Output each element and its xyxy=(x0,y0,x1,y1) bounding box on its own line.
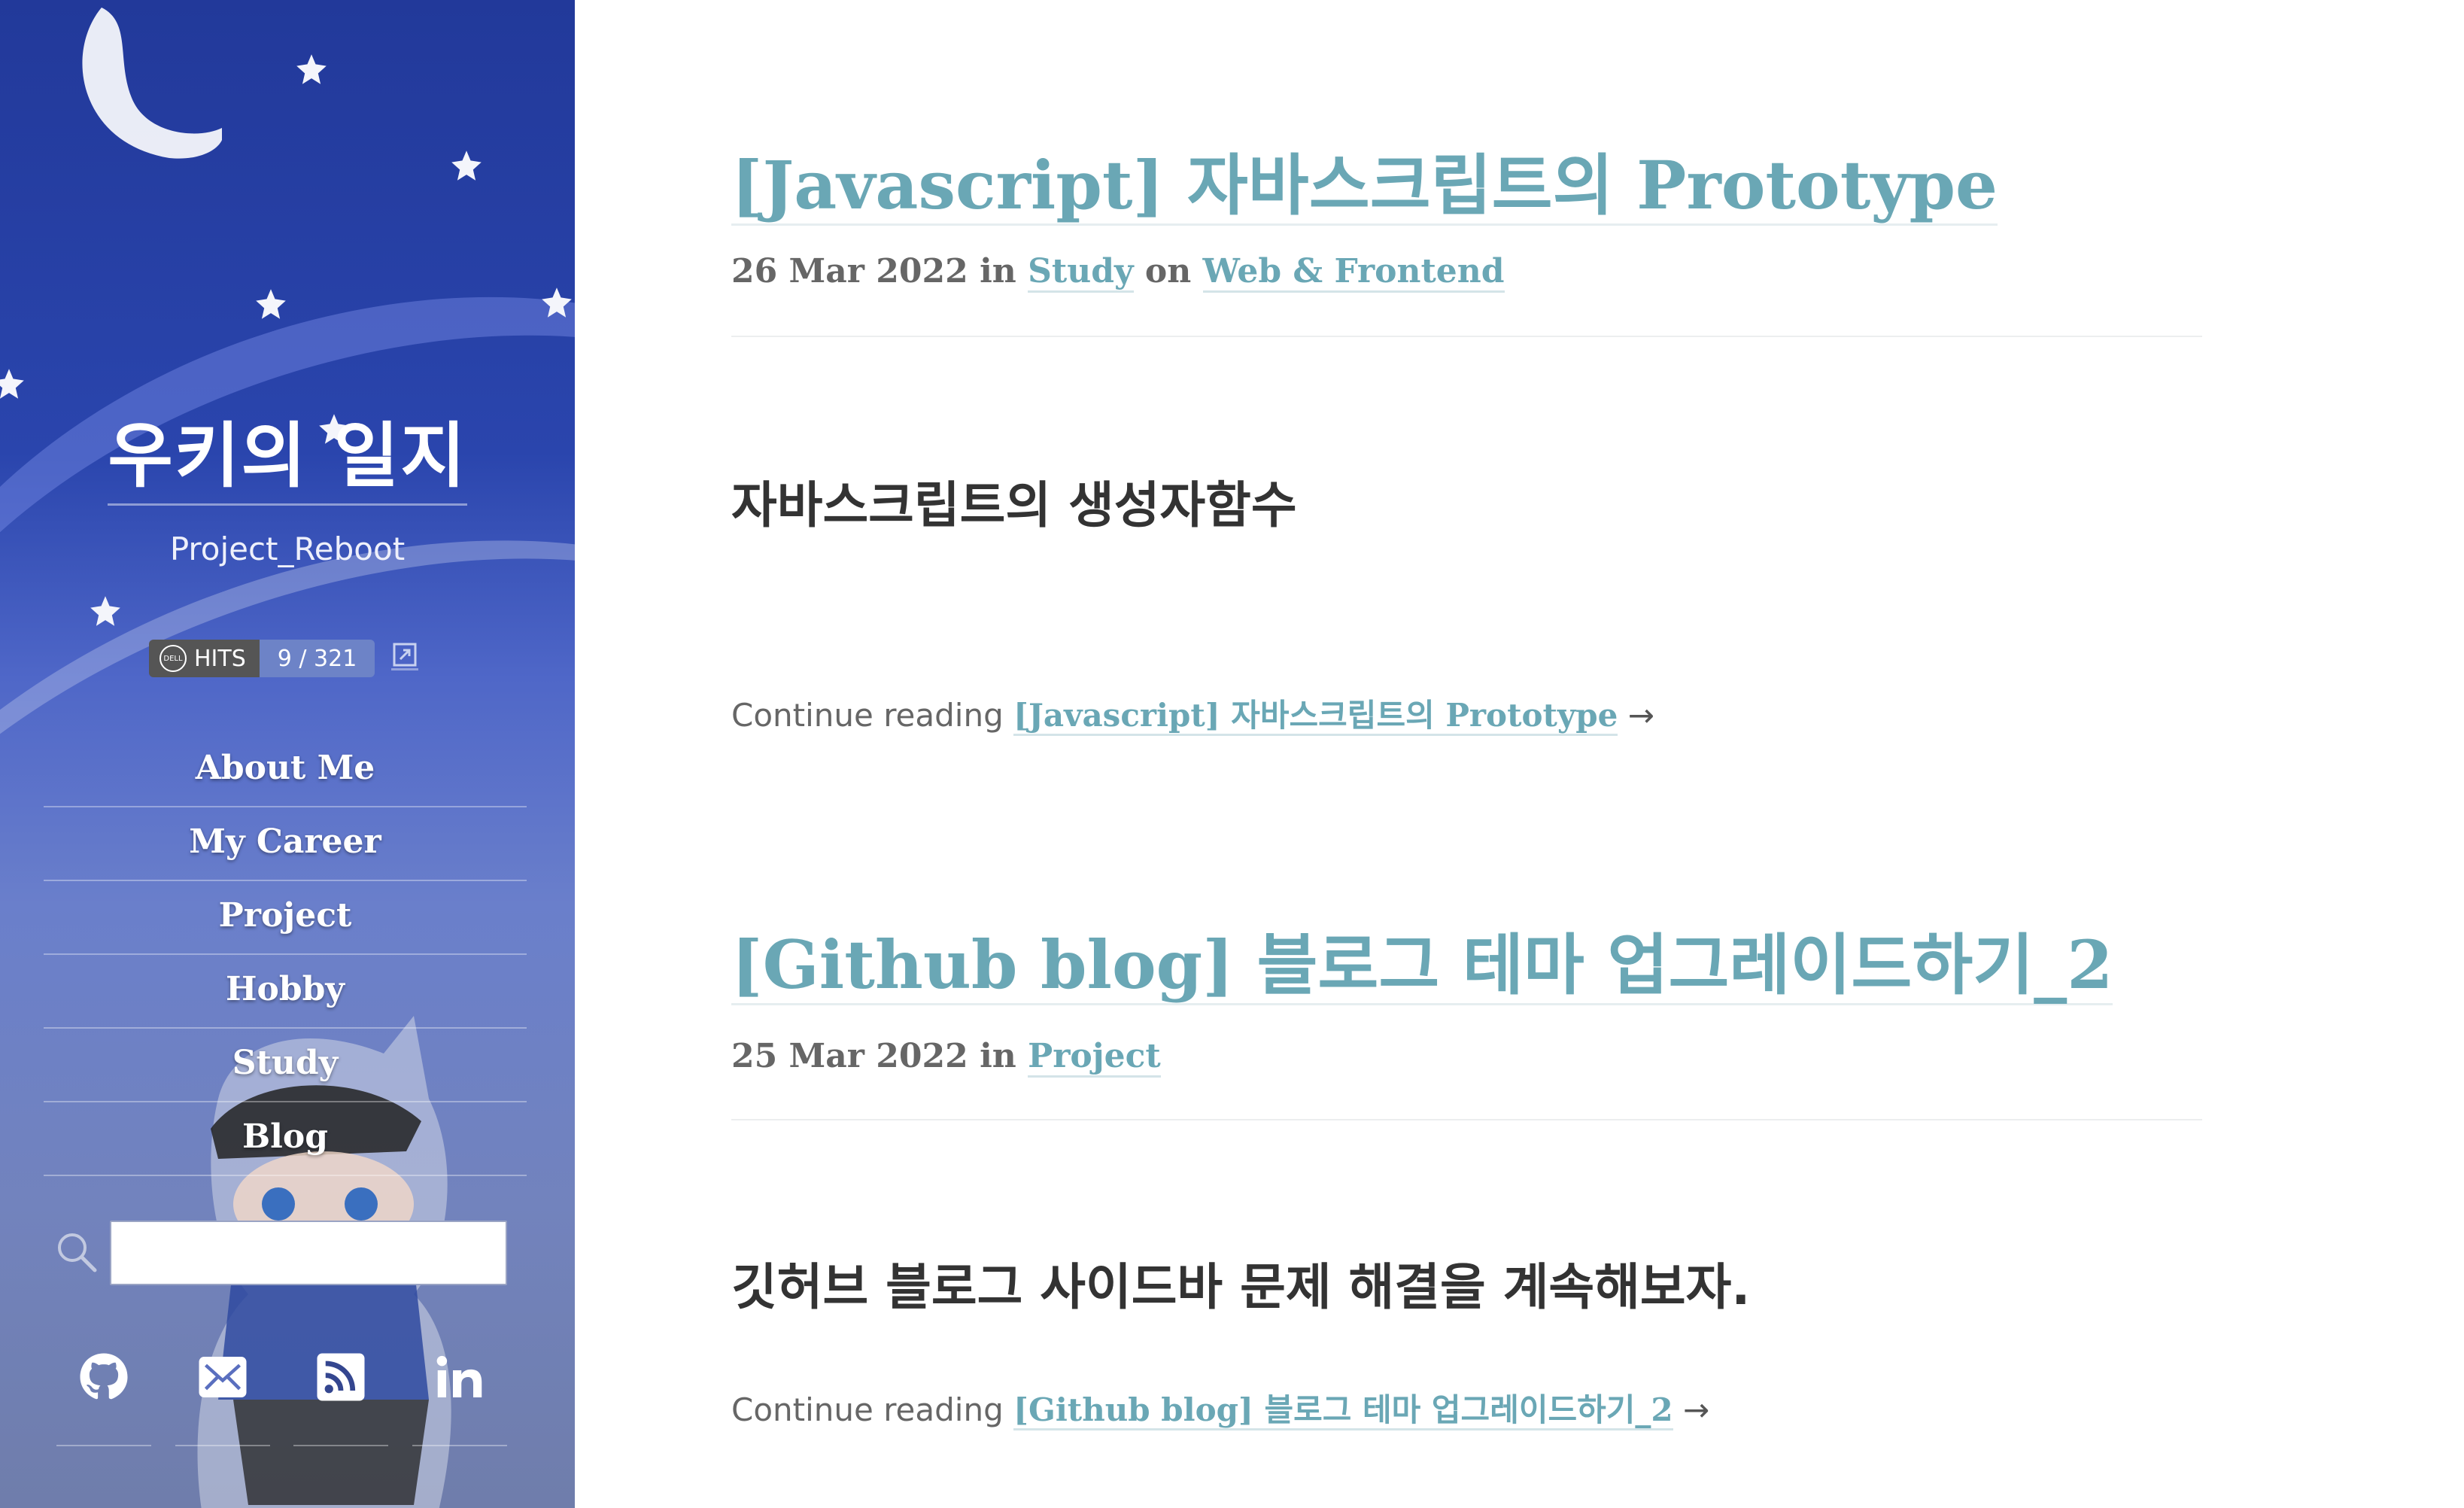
post-title-link[interactable]: [Github blog] 블로그 테마 업그레이드하기_2 xyxy=(731,926,2113,1006)
menu-item-hobby[interactable]: Hobby xyxy=(44,955,527,1029)
menu-item-my-career[interactable]: My Career xyxy=(44,807,527,881)
post-title-link[interactable]: [Javascript] 자바스크립트의 Prototype xyxy=(731,147,1998,227)
star-decoration xyxy=(295,53,328,86)
post-meta: 26 Mar 2022 in Study on Web & Frontend xyxy=(731,252,1505,293)
rss-link[interactable] xyxy=(293,1339,388,1446)
continue-reading-link[interactable]: [Github blog] 블로그 테마 업그레이드하기_2 xyxy=(1013,1391,1673,1430)
continue-reading: Continue reading [Javascript] 자바스크립트의 Pr… xyxy=(731,690,1654,736)
post-date: 26 Mar 2022 xyxy=(731,252,968,290)
rss-icon xyxy=(317,1353,365,1401)
menu-item-study[interactable]: Study xyxy=(44,1029,527,1102)
post-category-link[interactable]: Project xyxy=(1028,1037,1161,1078)
hits-badge[interactable]: DELL HITS 9 / 321 xyxy=(149,640,375,677)
sidebar: 우키의 일지 Project_Reboot DELL HITS 9 / 321 … xyxy=(0,0,575,1508)
arrow-right-icon: → xyxy=(1627,697,1654,734)
post-category-link[interactable]: Study xyxy=(1028,252,1134,293)
email-icon xyxy=(199,1357,247,1397)
arrow-right-icon: → xyxy=(1682,1391,1710,1428)
menu-item-project[interactable]: Project xyxy=(44,881,527,955)
search-input[interactable] xyxy=(110,1221,507,1285)
post-excerpt: 깃허브 블로그 사이드바 문제 해결을 계속해보자. xyxy=(731,1258,1751,1316)
post-date: 25 Mar 2022 xyxy=(731,1037,968,1075)
continue-reading-link[interactable]: [Javascript] 자바스크립트의 Prototype xyxy=(1013,697,1618,736)
star-decoration xyxy=(89,594,122,628)
star-decoration xyxy=(540,286,573,319)
star-decoration xyxy=(0,367,26,400)
search-icon xyxy=(58,1233,97,1272)
divider xyxy=(731,1119,2202,1120)
linkedin-link[interactable] xyxy=(412,1339,507,1446)
site-subtitle: Project_Reboot xyxy=(169,531,406,567)
sidebar-menu: About Me My Career Project Hobby Study B… xyxy=(44,734,527,1176)
post-meta: 25 Mar 2022 in Project xyxy=(731,1037,1161,1078)
moon-illustration xyxy=(82,8,222,159)
hits-badge-count: 9 / 321 xyxy=(259,640,375,677)
post-tag-link[interactable]: Web & Frontend xyxy=(1202,252,1505,293)
external-link-icon[interactable] xyxy=(391,641,418,670)
dell-logo-icon: DELL xyxy=(160,645,187,672)
menu-item-blog[interactable]: Blog xyxy=(44,1102,527,1176)
post-excerpt: 자바스크립트의 생성자함수 xyxy=(731,476,1297,534)
linkedin-icon xyxy=(436,1355,482,1397)
star-decoration xyxy=(254,287,287,321)
github-icon xyxy=(80,1353,128,1400)
star-decoration xyxy=(450,149,483,182)
divider xyxy=(731,336,2202,337)
menu-item-about-me[interactable]: About Me xyxy=(44,734,527,807)
site-title[interactable]: 우키의 일지 xyxy=(0,399,575,506)
hits-badge-label: DELL HITS xyxy=(149,640,260,677)
continue-reading: Continue reading [Github blog] 블로그 테마 업그… xyxy=(731,1385,1709,1430)
github-link[interactable] xyxy=(56,1339,151,1446)
email-link[interactable] xyxy=(175,1339,270,1446)
